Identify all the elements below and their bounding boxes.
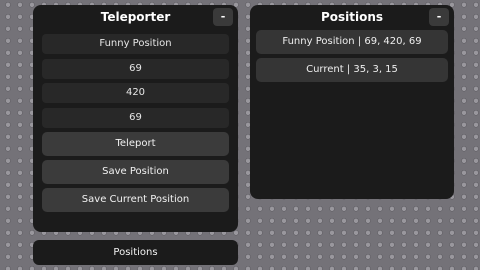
positions-toggle-button[interactable]: Positions <box>33 240 238 265</box>
y-coordinate-field[interactable]: 420 <box>42 83 229 103</box>
positions-minimize-button[interactable]: - <box>429 8 449 26</box>
saved-position-item[interactable]: Current | 35, 3, 15 <box>256 58 448 82</box>
position-name-field[interactable]: Funny Position <box>42 34 229 54</box>
teleporter-title: Teleporter <box>100 10 171 24</box>
positions-title: Positions <box>320 10 384 24</box>
save-current-position-button[interactable]: Save Current Position <box>42 188 229 212</box>
teleporter-minimize-button[interactable]: - <box>213 8 233 26</box>
save-position-button[interactable]: Save Position <box>42 160 229 184</box>
x-coordinate-field[interactable]: 69 <box>42 59 229 79</box>
teleport-button[interactable]: Teleport <box>42 132 229 156</box>
teleporter-panel: Teleporter - Funny Position 69 420 69 Te… <box>33 5 238 232</box>
z-coordinate-field[interactable]: 69 <box>42 108 229 128</box>
positions-panel: Positions - Funny Position | 69, 420, 69… <box>250 5 454 199</box>
saved-position-item[interactable]: Funny Position | 69, 420, 69 <box>256 30 448 54</box>
